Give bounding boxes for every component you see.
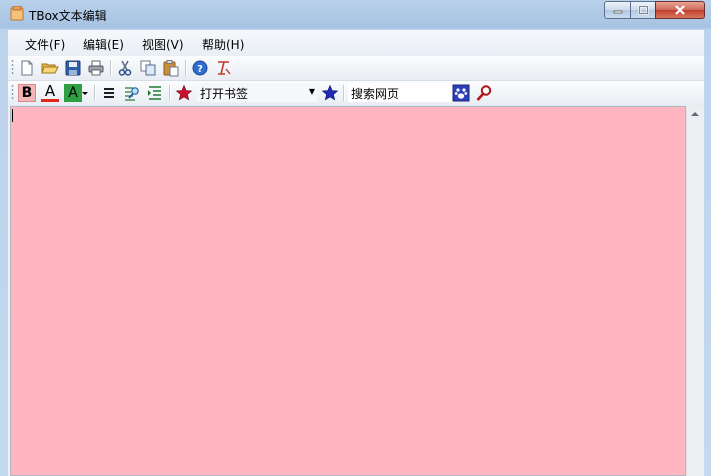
save-icon[interactable] xyxy=(64,59,82,77)
print-icon[interactable] xyxy=(87,59,105,77)
help-icon[interactable]: ? xyxy=(191,59,209,77)
menu-view[interactable]: 视图(V) xyxy=(142,36,184,53)
text-caret xyxy=(12,109,13,122)
client-area: 文件(F) 编辑(E) 视图(V) 帮助(H) ? B A A 打开书签 ▼ 搜… xyxy=(8,30,704,476)
new-file-icon[interactable] xyxy=(18,59,36,77)
toolbar-grip[interactable] xyxy=(11,59,14,76)
close-button[interactable] xyxy=(655,1,705,19)
close-icon xyxy=(675,5,685,15)
menu-bar: 文件(F) 编辑(E) 视图(V) 帮助(H) xyxy=(8,30,704,56)
toolbar-separator xyxy=(94,85,96,101)
dropdown-arrow-icon[interactable] xyxy=(81,84,89,102)
title-bar[interactable]: TBox文本编辑 xyxy=(0,0,711,28)
toolbar-separator xyxy=(343,85,345,101)
search-icon[interactable] xyxy=(475,84,493,102)
toolbar-grip[interactable] xyxy=(11,84,14,101)
clear-format-icon[interactable] xyxy=(214,59,232,77)
toolbar-separator xyxy=(169,85,171,101)
vertical-scrollbar[interactable] xyxy=(686,106,703,476)
toolbar-separator xyxy=(110,60,112,76)
align-justify-icon[interactable] xyxy=(100,84,118,102)
menu-file[interactable]: 文件(F) xyxy=(25,36,65,53)
maximize-button[interactable] xyxy=(630,1,656,19)
cut-icon[interactable] xyxy=(116,59,134,77)
add-bookmark-star-icon[interactable] xyxy=(321,84,339,102)
chevron-up-icon xyxy=(691,112,699,116)
menu-edit[interactable]: 编辑(E) xyxy=(83,36,124,53)
highlight-color-button[interactable]: A xyxy=(64,84,82,102)
indent-icon[interactable] xyxy=(146,84,164,102)
menu-help[interactable]: 帮助(H) xyxy=(202,36,244,53)
app-window: TBox文本编辑 文件(F) 编辑(E) 视图(V) 帮助(H) ? B A A… xyxy=(0,0,711,476)
bookmark-combo[interactable]: 打开书签 ▼ xyxy=(197,83,317,102)
search-input[interactable]: 搜索网页 xyxy=(348,83,454,102)
minimize-icon xyxy=(613,10,622,14)
svg-text:?: ? xyxy=(197,64,203,75)
scroll-up-button[interactable] xyxy=(687,106,703,122)
minimize-button[interactable] xyxy=(604,1,631,19)
standard-toolbar: ? xyxy=(8,56,704,81)
chevron-down-icon[interactable]: ▼ xyxy=(309,87,315,96)
maximize-icon xyxy=(638,5,648,15)
text-editor[interactable] xyxy=(10,106,686,476)
open-folder-icon[interactable] xyxy=(41,59,59,77)
window-title: TBox文本编辑 xyxy=(29,9,107,23)
toolbar-separator xyxy=(185,60,187,76)
paste-icon[interactable] xyxy=(162,59,180,77)
bold-button[interactable]: B xyxy=(18,84,36,102)
copy-icon[interactable] xyxy=(139,59,157,77)
bookmark-star-icon[interactable] xyxy=(175,84,193,102)
notepad-app-icon xyxy=(10,6,24,21)
search-input-placeholder: 搜索网页 xyxy=(351,87,400,101)
font-color-button[interactable]: A xyxy=(41,84,59,102)
find-replace-icon[interactable] xyxy=(123,84,141,102)
baidu-paw-icon[interactable] xyxy=(452,84,470,102)
bookmark-combo-value: 打开书签 xyxy=(200,87,249,101)
format-toolbar: B A A 打开书签 ▼ 搜索网页 xyxy=(8,81,704,107)
